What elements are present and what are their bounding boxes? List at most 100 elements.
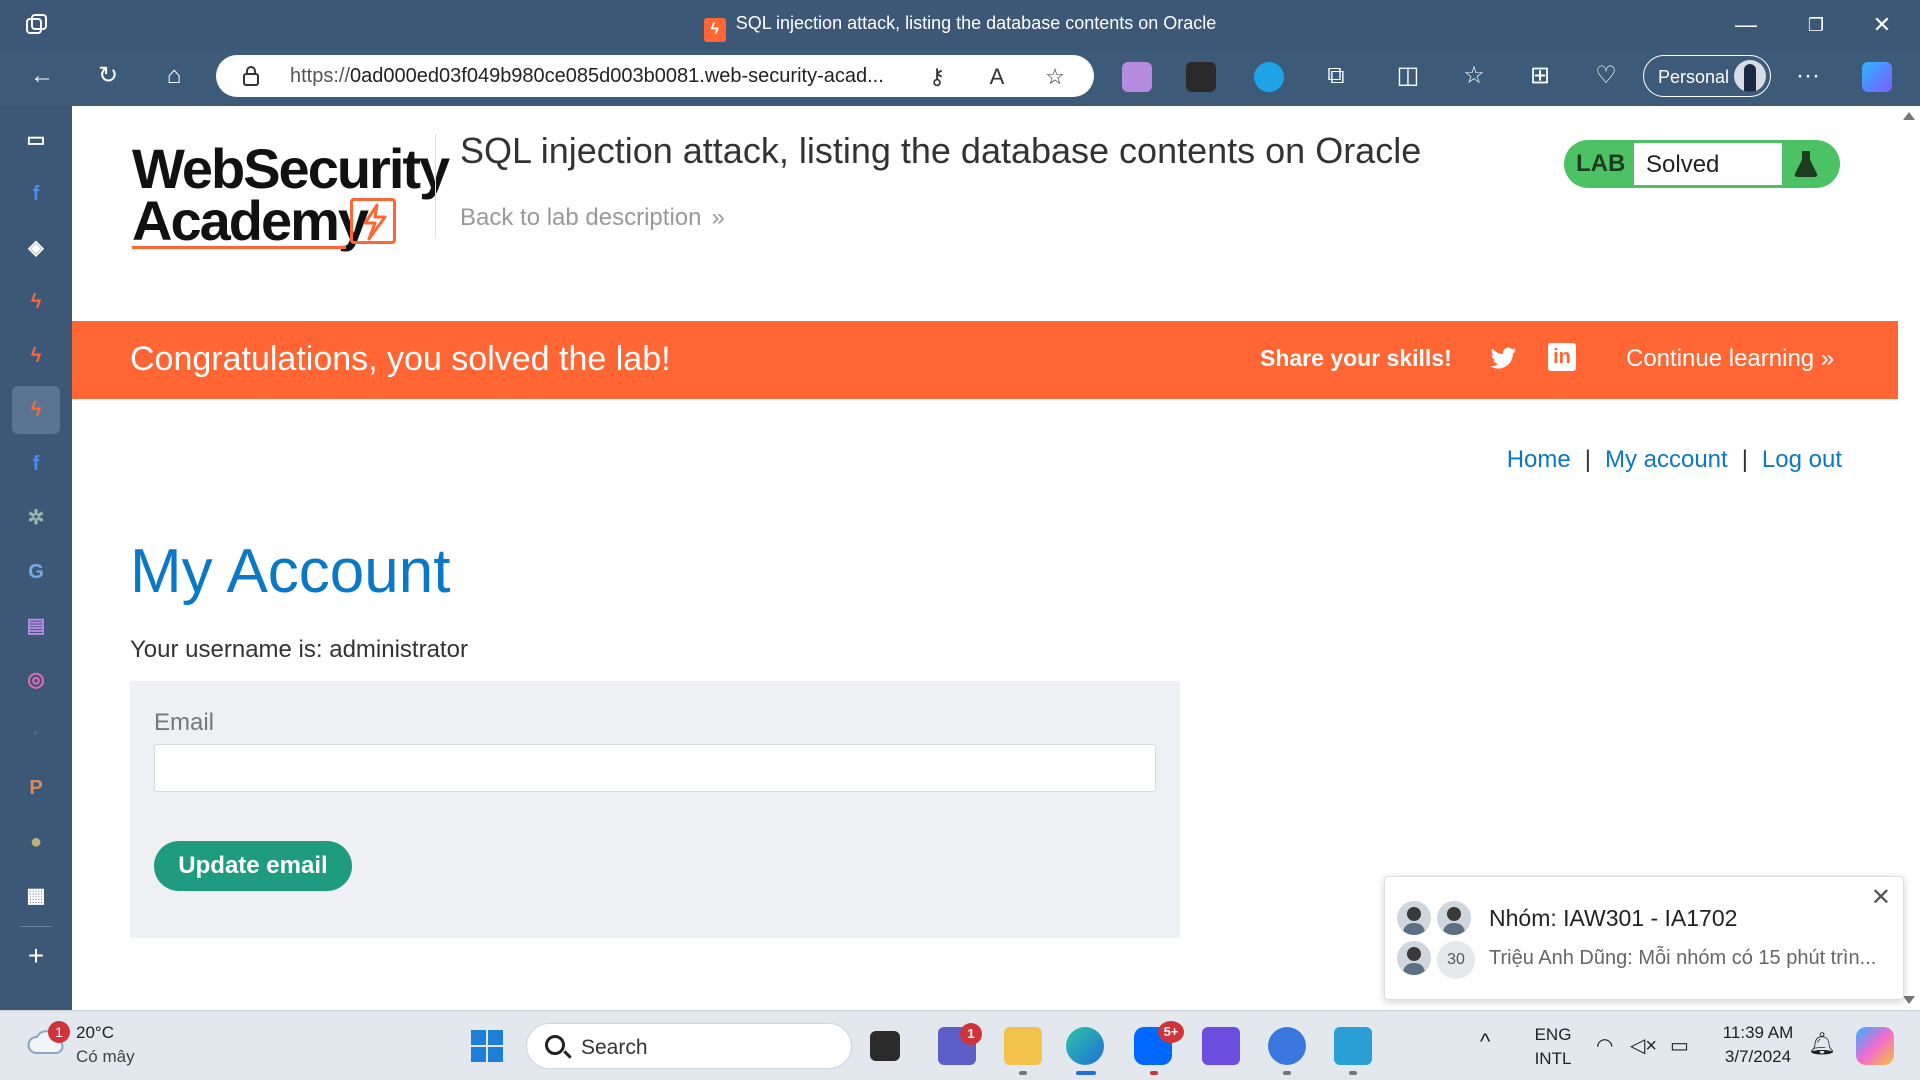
tab-panel-icon[interactable]: ▭ — [18, 122, 54, 158]
flask-icon — [1794, 151, 1818, 177]
more-menu-icon[interactable]: ··· — [1790, 58, 1826, 94]
favorite-star-icon[interactable]: ☆ — [1042, 64, 1068, 90]
logo-underline — [132, 246, 346, 249]
read-aloud-icon[interactable]: A — [984, 64, 1010, 90]
portswigger-tab-icon[interactable]: ϟ — [18, 338, 54, 374]
running-indicator — [1349, 1071, 1357, 1075]
solved-banner: Congratulations, you solved the lab! Sha… — [72, 321, 1898, 399]
minimize-button[interactable]: — — [1726, 10, 1766, 40]
back-link-label: Back to lab description — [460, 204, 702, 231]
new-tab-plus-icon[interactable]: + — [18, 938, 54, 974]
extension-c-icon[interactable] — [1254, 62, 1284, 92]
notification-bell-icon[interactable]: 🔔︎ — [1808, 1031, 1836, 1057]
keyboard-layout-indicator[interactable]: INTL — [1532, 1049, 1574, 1069]
extensions-puzzle-icon[interactable]: ⧉ — [1318, 58, 1354, 94]
copilot-icon[interactable] — [1862, 62, 1892, 92]
clock-time[interactable]: 11:39 AM — [1716, 1023, 1800, 1043]
scroll-up-icon[interactable] — [1903, 112, 1915, 120]
avatar — [1435, 899, 1473, 937]
browser-essentials-icon[interactable]: ♡ — [1588, 58, 1624, 94]
clock-date[interactable]: 3/7/2024 — [1716, 1047, 1800, 1067]
url-scheme: https:// — [290, 65, 351, 87]
calendar-tab-icon[interactable]: ▦ — [18, 878, 54, 914]
favorites-icon[interactable]: ☆ — [1456, 58, 1492, 94]
burp-suite-icon[interactable] — [1202, 1027, 1240, 1065]
p-tab-icon[interactable]: P — [18, 770, 54, 806]
translate-tab-icon[interactable]: G — [18, 554, 54, 590]
key-icon[interactable]: ⚷ — [924, 64, 950, 90]
portswigger-active-tab-icon[interactable]: ϟ — [12, 386, 60, 434]
home-icon[interactable]: ⌂ — [156, 58, 192, 94]
extension-purple-icon[interactable] — [1122, 62, 1152, 92]
scroll-down-icon[interactable] — [1903, 996, 1915, 1004]
back-to-lab-description-link[interactable]: Back to lab description » — [460, 204, 725, 232]
back-arrow-icon[interactable]: ← — [24, 58, 60, 94]
notes-tab-icon[interactable]: ▤ — [18, 608, 54, 644]
running-indicator — [1150, 1071, 1158, 1075]
profile-button[interactable]: Personal — [1643, 55, 1771, 97]
chatgpt-tab-icon[interactable]: ✲ — [18, 500, 54, 536]
refresh-icon[interactable]: ↻ — [90, 58, 126, 94]
page-viewport: WebSecurity Academy SQL injection attack… — [72, 106, 1898, 1010]
wifi-icon[interactable]: ◠ — [1596, 1033, 1613, 1058]
avatar — [1395, 939, 1433, 977]
leaf-tab-icon[interactable]: ● — [18, 824, 54, 860]
chevron-up-icon[interactable]: ^ — [1480, 1029, 1490, 1055]
header-divider — [435, 134, 436, 238]
weather-widget[interactable]: 1 — [26, 1021, 70, 1059]
lab-title: SQL injection attack, listing the databa… — [460, 130, 1422, 171]
zalo-badge: 5+ — [1158, 1021, 1184, 1043]
copilot-icon[interactable] — [1856, 1027, 1894, 1065]
search-placeholder: Search — [581, 1036, 648, 1059]
file-explorer-icon[interactable] — [1004, 1027, 1042, 1065]
zalo-notification-toast[interactable]: 30 Nhóm: IAW301 - IA1702 Triệu Anh Dũng:… — [1384, 876, 1904, 1000]
share-skills-label: Share your skills! — [1260, 345, 1452, 371]
congrats-message: Congratulations, you solved the lab! — [130, 340, 671, 378]
facebook-tab-icon[interactable]: f — [18, 446, 54, 482]
extension-dark-icon[interactable] — [1186, 62, 1216, 92]
facebook-tab-icon[interactable]: f — [18, 176, 54, 212]
layers-tab-icon[interactable]: ◈ — [18, 230, 54, 266]
window-title: ϟ SQL injection attack, listing the datab… — [0, 13, 1920, 42]
email-field[interactable] — [154, 744, 1156, 792]
close-window-button[interactable]: ✕ — [1862, 10, 1902, 40]
notification-group-name: Nhóm: IAW301 - IA1702 — [1489, 905, 1738, 931]
windows-start-icon[interactable] — [468, 1027, 506, 1065]
notepad-icon[interactable] — [1334, 1027, 1372, 1065]
address-bar[interactable]: https://0ad000ed03f049b980ce085d003b0081… — [216, 55, 1094, 97]
top-navigation: Home | My account | Log out — [1507, 446, 1842, 474]
update-email-form: Email Update email — [130, 681, 1180, 938]
continue-learning-link[interactable]: Continue learning » — [1626, 345, 1834, 373]
lock-icon[interactable] — [242, 65, 260, 87]
active-app-indicator — [1076, 1071, 1096, 1075]
update-email-button[interactable]: Update email — [154, 841, 352, 891]
search-icon — [545, 1035, 565, 1055]
portswigger-tab-icon[interactable]: ϟ — [18, 284, 54, 320]
portswigger-favicon-icon: ϟ — [703, 18, 726, 42]
web-security-academy-logo[interactable]: WebSecurity Academy — [132, 136, 450, 256]
email-label: Email — [154, 709, 215, 736]
nav-separator: | — [1741, 446, 1748, 473]
url-text[interactable]: https://0ad000ed03f049b980ce085d003b0081… — [290, 65, 884, 88]
twitter-icon[interactable] — [1488, 345, 1518, 373]
close-icon[interactable]: ✕ — [1871, 883, 1891, 912]
restore-button[interactable]: ❐ — [1796, 10, 1836, 40]
logo-bolt-icon — [350, 198, 396, 244]
avatar — [1395, 899, 1433, 937]
battery-icon[interactable]: ▭ — [1670, 1033, 1689, 1058]
tab-icon[interactable]: · — [18, 716, 54, 752]
instagram-tab-icon[interactable]: ◎ — [18, 662, 54, 698]
collections-icon[interactable]: ⊞ — [1522, 58, 1558, 94]
speaker-muted-icon[interactable]: ◁× — [1630, 1033, 1657, 1058]
taskbar-search-box[interactable]: Search — [526, 1023, 852, 1069]
log-out-link[interactable]: Log out — [1762, 446, 1842, 473]
my-account-link[interactable]: My account — [1605, 446, 1728, 473]
linkedin-icon[interactable]: in — [1548, 343, 1576, 371]
language-indicator[interactable]: ENG — [1532, 1025, 1574, 1045]
page-scrollbar[interactable] — [1898, 106, 1920, 1010]
split-screen-icon[interactable]: ◫ — [1390, 58, 1426, 94]
edge-icon[interactable] — [1066, 1027, 1104, 1065]
task-view-icon[interactable] — [870, 1031, 900, 1061]
home-link[interactable]: Home — [1507, 446, 1571, 473]
chrome-icon[interactable] — [1268, 1027, 1306, 1065]
